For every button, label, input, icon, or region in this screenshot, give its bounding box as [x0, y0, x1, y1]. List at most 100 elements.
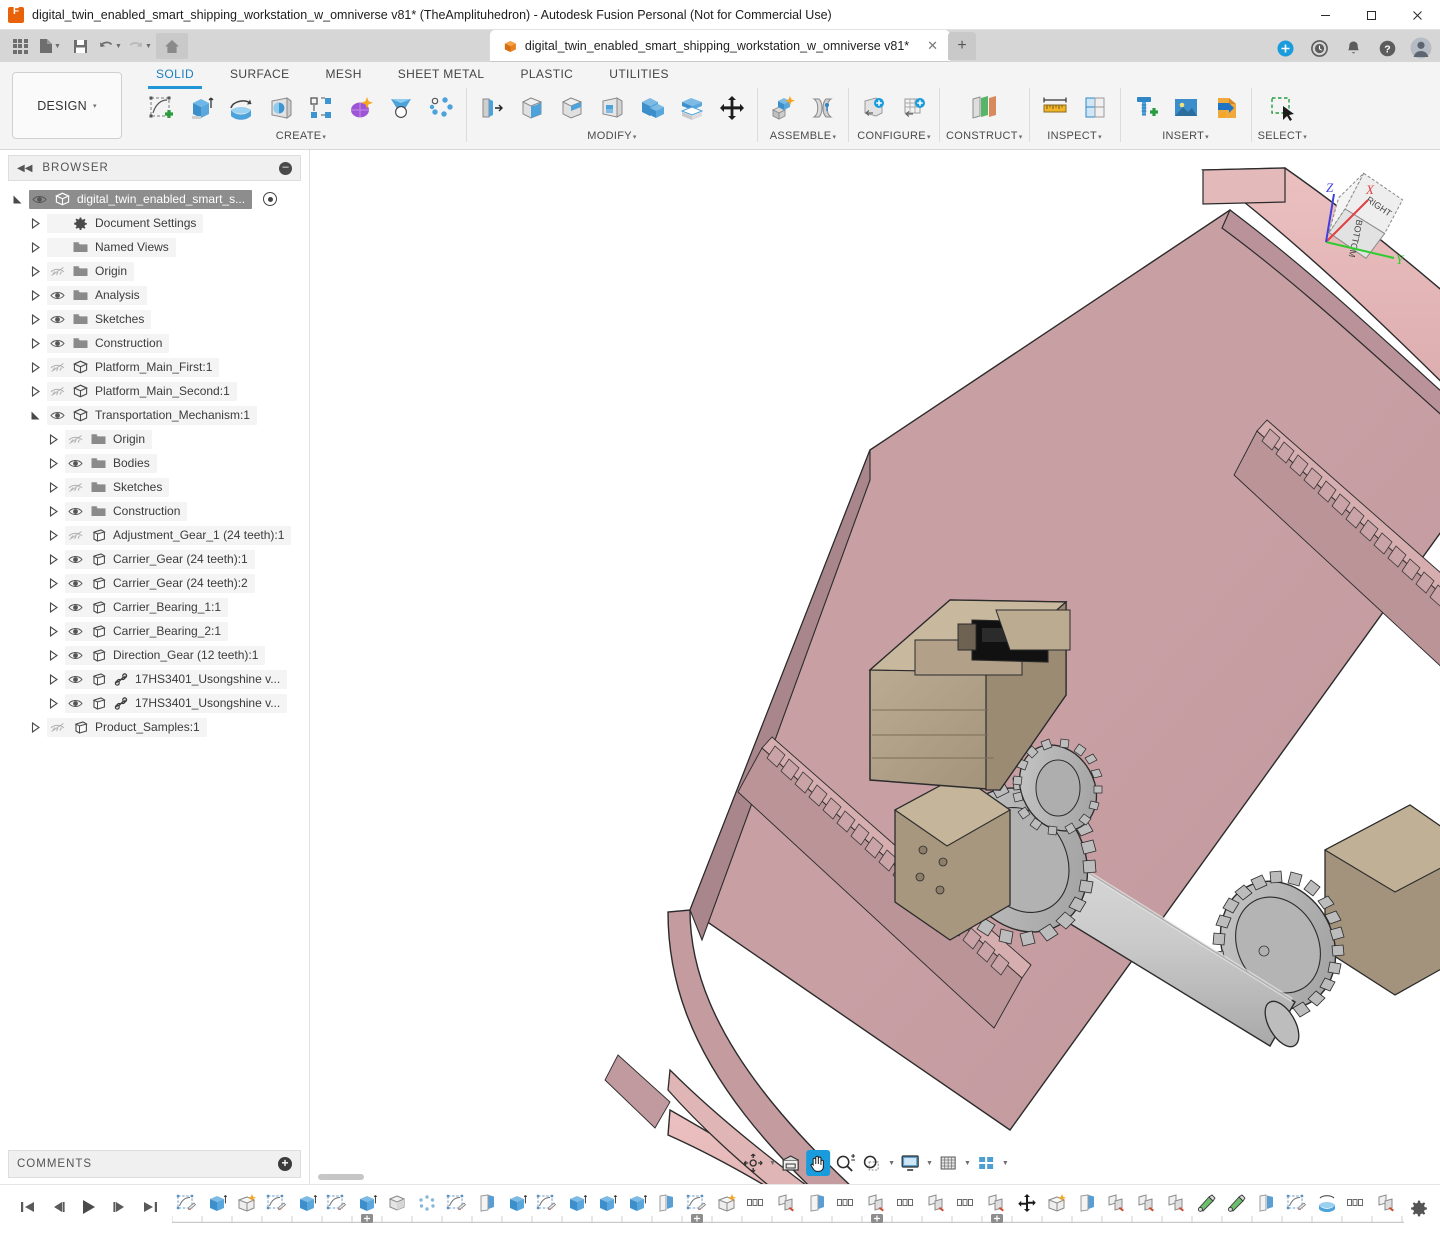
timeline-feature-sketch[interactable] — [172, 1189, 202, 1217]
expand-arrow-closed-icon[interactable] — [46, 530, 60, 541]
tree-node[interactable]: Product_Samples:1 — [0, 715, 309, 739]
panel-configure-title[interactable]: CONFIGURE▾ — [857, 130, 931, 142]
joint-icon[interactable] — [804, 90, 842, 126]
expand-arrow-closed-icon[interactable] — [46, 434, 60, 445]
chevron-down-icon[interactable]: ▼ — [769, 1160, 776, 1167]
tree-node-hit[interactable]: Carrier_Gear (24 teeth):1 — [65, 550, 255, 569]
job-status-icon[interactable] — [1308, 37, 1330, 59]
comments-panel[interactable]: COMMENTS + — [8, 1150, 301, 1178]
tab-mesh[interactable]: MESH — [308, 62, 380, 88]
create-sketch-icon[interactable] — [142, 90, 180, 126]
timeline-feature-move-copy[interactable] — [1012, 1189, 1042, 1217]
viewports-icon[interactable] — [974, 1150, 998, 1176]
extrude-icon[interactable] — [182, 90, 220, 126]
timeline-feature-extrude[interactable] — [352, 1189, 382, 1217]
tab-plastic[interactable]: PLASTIC — [502, 62, 591, 88]
chevron-down-icon[interactable]: ▼ — [888, 1160, 895, 1167]
activate-component-button[interactable] — [263, 192, 277, 206]
timeline-feature-scatter-pattern[interactable] — [412, 1189, 442, 1217]
tree-node[interactable]: Adjustment_Gear_1 (24 teeth):1 — [0, 523, 309, 547]
chamfer-icon[interactable] — [553, 90, 591, 126]
combine-icon[interactable] — [633, 90, 671, 126]
timeline-feature-extrude[interactable] — [292, 1189, 322, 1217]
eye-visible-icon[interactable] — [49, 290, 66, 301]
expand-arrow-closed-icon[interactable] — [46, 554, 60, 565]
step-back-button[interactable] — [50, 1200, 66, 1217]
eye-visible-icon[interactable] — [49, 338, 66, 349]
timeline-feature-extrude[interactable] — [202, 1189, 232, 1217]
zoom-window-icon[interactable] — [860, 1150, 884, 1176]
minus-icon[interactable]: – — [279, 162, 292, 175]
look-at-icon[interactable] — [779, 1150, 803, 1176]
tree-node[interactable]: Carrier_Gear (24 teeth):2 — [0, 571, 309, 595]
pattern-icon[interactable] — [302, 90, 340, 126]
eye-hidden-icon[interactable] — [67, 482, 84, 493]
chevron-down-icon[interactable]: ▼ — [964, 1160, 971, 1167]
tree-node[interactable]: Transportation_Mechanism:1 — [0, 403, 309, 427]
expand-arrow-closed-icon[interactable] — [46, 698, 60, 709]
pan-hand-icon[interactable] — [806, 1150, 830, 1176]
tree-node-hit[interactable]: Analysis — [47, 286, 147, 305]
sweep-icon[interactable] — [262, 90, 300, 126]
play-button[interactable] — [80, 1199, 98, 1218]
timeline-feature-sketch[interactable] — [682, 1189, 712, 1217]
panel-modify-title[interactable]: MODIFY▾ — [587, 130, 636, 142]
timeline-feature-combine[interactable] — [1162, 1189, 1192, 1217]
tree-node[interactable]: Sketches — [0, 307, 309, 331]
expand-arrow-closed-icon[interactable] — [46, 506, 60, 517]
close-icon[interactable]: ✕ — [927, 38, 938, 54]
expand-arrow-closed-icon[interactable] — [28, 290, 42, 301]
timeline-feature-hole[interactable] — [1402, 1189, 1404, 1217]
timeline-feature-paint[interactable] — [1222, 1189, 1252, 1217]
expand-arrow-open-icon[interactable] — [10, 194, 24, 205]
tree-node[interactable]: Carrier_Bearing_2:1 — [0, 619, 309, 643]
tree-node-hit[interactable]: 17HS3401_Usongshine v... — [65, 694, 287, 713]
tree-node-hit[interactable]: Carrier_Bearing_2:1 — [65, 622, 228, 641]
shell-icon[interactable] — [593, 90, 631, 126]
tree-node-hit[interactable]: Construction — [47, 334, 169, 353]
timeline-feature-offset-plane[interactable] — [652, 1189, 682, 1217]
eye-hidden-icon[interactable] — [67, 434, 84, 445]
timeline-feature-fillet[interactable] — [382, 1189, 412, 1217]
timeline-feature-combine[interactable] — [1132, 1189, 1162, 1217]
eye-visible-icon[interactable] — [67, 626, 84, 637]
redo-button[interactable]: ▼ — [126, 33, 154, 59]
tree-node[interactable]: digital_twin_enabled_smart_s... — [0, 187, 309, 211]
timeline-feature-extrude[interactable] — [502, 1189, 532, 1217]
eye-visible-icon[interactable] — [67, 698, 84, 709]
eye-visible-icon[interactable] — [67, 506, 84, 517]
eye-visible-icon[interactable] — [67, 650, 84, 661]
expand-arrow-closed-icon[interactable] — [46, 650, 60, 661]
timeline-settings-icon[interactable] — [1404, 1194, 1434, 1224]
tree-node-hit[interactable]: Carrier_Bearing_1:1 — [65, 598, 228, 617]
minimize-button[interactable] — [1302, 0, 1348, 30]
tree-node[interactable]: Direction_Gear (12 teeth):1 — [0, 643, 309, 667]
section-analysis-icon[interactable] — [1076, 90, 1114, 126]
view-cube[interactable]: RIGHT BOTTOM X Y Z — [1308, 164, 1428, 274]
expand-arrow-closed-icon[interactable] — [46, 674, 60, 685]
tab-utilities[interactable]: UTILITIES — [591, 62, 687, 88]
tree-node[interactable]: Platform_Main_First:1 — [0, 355, 309, 379]
plus-icon[interactable]: + — [278, 1157, 292, 1171]
timeline-feature-extrude[interactable] — [592, 1189, 622, 1217]
browser-header[interactable]: ◀◀ BROWSER – — [8, 155, 301, 181]
help-icon[interactable]: ? — [1376, 37, 1398, 59]
expand-arrow-closed-icon[interactable] — [46, 626, 60, 637]
notifications-bell-icon[interactable] — [1342, 37, 1364, 59]
move-copy-icon[interactable] — [713, 90, 751, 126]
tab-surface[interactable]: SURFACE — [212, 62, 307, 88]
tree-node[interactable]: Construction — [0, 499, 309, 523]
timeline-track[interactable] — [172, 1186, 1404, 1232]
insert-mcmaster-icon[interactable] — [1127, 90, 1165, 126]
measure-icon[interactable] — [1036, 90, 1074, 126]
timeline-feature-combine[interactable] — [862, 1189, 892, 1217]
display-settings-icon[interactable] — [898, 1150, 922, 1176]
tree-node[interactable]: Carrier_Gear (24 teeth):1 — [0, 547, 309, 571]
timeline-feature-extrude[interactable] — [562, 1189, 592, 1217]
expand-arrow-closed-icon[interactable] — [46, 578, 60, 589]
timeline-feature-hole[interactable] — [892, 1189, 922, 1217]
chevron-down-icon[interactable]: ▼ — [1002, 1160, 1009, 1167]
tree-node[interactable]: Bodies — [0, 451, 309, 475]
eye-hidden-icon[interactable] — [49, 362, 66, 373]
scatter-pattern-icon[interactable] — [422, 90, 460, 126]
